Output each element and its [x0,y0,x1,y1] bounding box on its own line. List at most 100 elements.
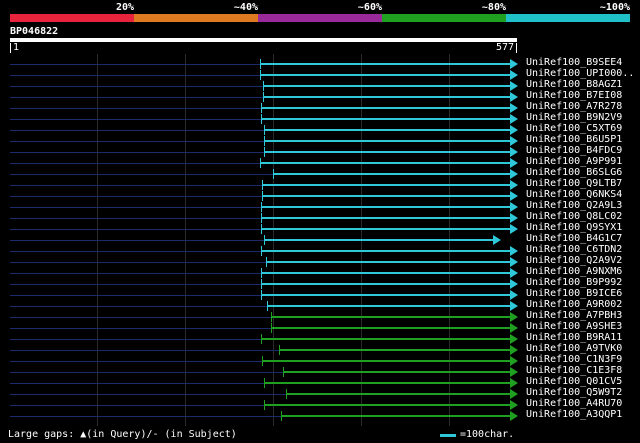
hit-alignment-bar [285,393,511,395]
unaligned-region [10,317,272,318]
unaligned-region [10,405,265,406]
unaligned-region [10,163,260,164]
arrow-icon [510,169,518,179]
hit-alignment-bar [261,360,511,362]
arrow-icon [510,411,518,421]
legend-label: 20% [115,2,134,13]
unaligned-region [10,196,262,197]
unaligned-region [10,75,260,76]
hit-label[interactable]: UniRef100_Q01CV5 [526,376,622,387]
unaligned-region [10,108,261,109]
hit-label[interactable]: UniRef100_A9P991 [526,156,622,167]
hit-alignment-bar [260,272,511,274]
hit-alignment-bar [267,305,511,307]
hit-label[interactable]: UniRef100_C6TDN2 [526,244,622,255]
hit-label[interactable]: UniRef100_B4G1C7 [526,233,622,244]
unaligned-region [10,141,265,142]
hit-label[interactable]: UniRef100_B9RA11 [526,332,622,343]
arrow-icon [510,224,518,234]
arrow-icon [510,367,518,377]
unaligned-region [10,240,265,241]
hit-label[interactable]: UniRef100_A4RU70 [526,398,622,409]
hit-alignment-bar [273,173,511,175]
hit-label[interactable]: UniRef100_B9N2V9 [526,112,622,123]
arrow-icon [510,378,518,388]
arrow-icon [510,147,518,157]
unaligned-region [10,251,261,252]
arrow-icon [510,389,518,399]
arrow-icon [510,180,518,190]
hit-label[interactable]: UniRef100_Q5W9T2 [526,387,622,398]
unaligned-region [10,185,262,186]
hit-alignment-bar [264,404,511,406]
hit-label[interactable]: UniRef100_B9P992 [526,277,622,288]
arrow-icon [510,334,518,344]
arrow-icon [510,213,518,223]
unaligned-region [10,218,261,219]
hit-alignment-bar [260,107,511,109]
hit-label[interactable]: UniRef100_B6SLG6 [526,167,622,178]
unaligned-region [10,273,261,274]
hit-label[interactable]: UniRef100_A3QQP1 [526,409,622,420]
hit-label[interactable]: UniRef100_B8AGZ1 [526,79,622,90]
arrow-icon [510,323,518,333]
hit-alignment-bar [259,74,511,76]
hit-label[interactable]: UniRef100_B9SEE4 [526,57,622,68]
arrow-icon [510,125,518,135]
hit-alignment-bar [264,140,511,142]
arrow-icon [510,136,518,146]
hit-alignment-bar [281,415,511,417]
hit-label[interactable]: UniRef100_Q9LTB7 [526,178,622,189]
legend-segment [10,14,134,22]
query-start-tick [10,43,11,53]
legend-label: ~100% [599,2,630,13]
legend-segment [382,14,506,22]
legend-segment [258,14,382,22]
hit-label[interactable]: UniRef100_Q6NKS4 [526,189,622,200]
hit-label[interactable]: UniRef100_A9NXM6 [526,266,622,277]
hit-label[interactable]: UniRef100_B9ICE6 [526,288,622,299]
hit-label[interactable]: UniRef100_C5XT69 [526,123,622,134]
hit-label[interactable]: UniRef100_B6U5P1 [526,134,622,145]
hit-label[interactable]: UniRef100_Q2A9V2 [526,255,622,266]
hit-alignment-bar [282,371,511,373]
hit-label[interactable]: UniRef100_UPI000.. [526,68,634,79]
unaligned-region [10,328,271,329]
arrow-icon [510,268,518,278]
unaligned-region [10,64,260,65]
unaligned-region [10,306,268,307]
scale-legend: =100char. [460,429,515,440]
hit-label[interactable]: UniRef100_A7PBH3 [526,310,622,321]
hit-alignment-bar [261,184,511,186]
legend-segment [506,14,630,22]
hit-label[interactable]: UniRef100_A7R278 [526,101,622,112]
hit-label[interactable]: UniRef100_Q8LC02 [526,211,622,222]
hit-label[interactable]: UniRef100_Q2A9L3 [526,200,622,211]
hit-label[interactable]: UniRef100_A9R002 [526,299,622,310]
hit-alignment-bar [260,206,511,208]
hit-label[interactable]: UniRef100_C1N3F9 [526,354,622,365]
hit-alignment-bar [260,217,511,219]
hit-label[interactable]: UniRef100_B7EI08 [526,90,622,101]
arrow-icon [510,81,518,91]
unaligned-region [10,295,261,296]
legend-segment [134,14,258,22]
unaligned-region [10,284,261,285]
query-bar [10,38,517,42]
arrow-icon [510,92,518,102]
hit-label[interactable]: UniRef100_A9SHE3 [526,321,622,332]
hit-label[interactable]: UniRef100_C1E3F8 [526,365,622,376]
hit-alignment-bar [260,338,511,340]
hit-label[interactable]: UniRef100_B4FDC9 [526,145,622,156]
unaligned-region [10,394,286,395]
arrow-icon [510,202,518,212]
arrow-icon [510,246,518,256]
hit-alignment-bar [261,195,511,197]
hit-row[interactable]: UniRef100_A3QQP1 [0,409,640,422]
arrow-icon [510,257,518,267]
hit-label[interactable]: UniRef100_A9TVK0 [526,343,622,354]
unaligned-region [10,207,261,208]
query-start-label: 1 [13,42,20,53]
unaligned-region [10,174,274,175]
hit-label[interactable]: UniRef100_Q9SYX1 [526,222,622,233]
